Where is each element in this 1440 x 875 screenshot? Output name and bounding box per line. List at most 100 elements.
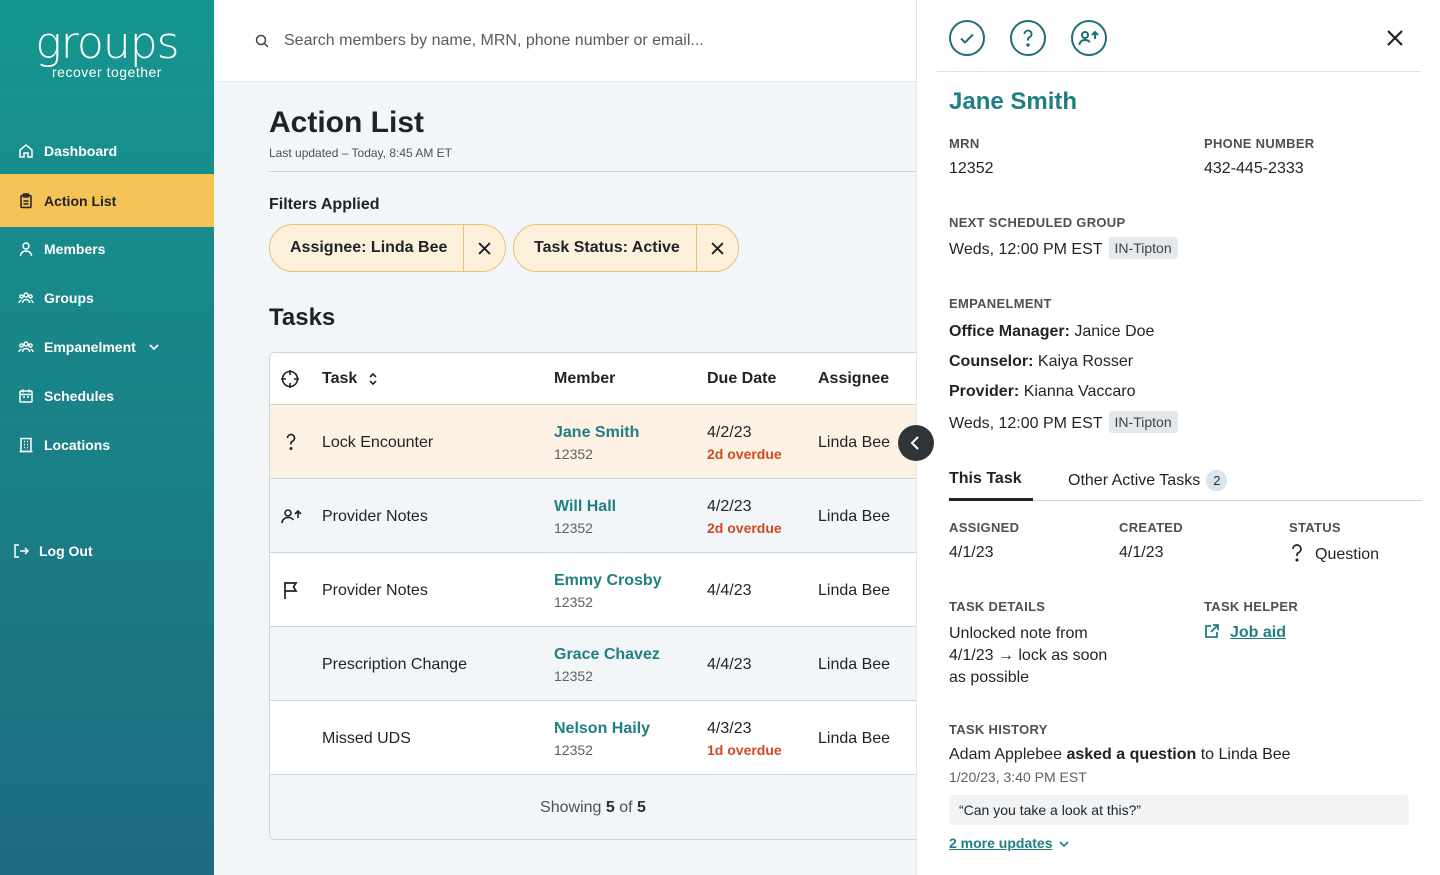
- logout-button[interactable]: Log Out: [0, 524, 214, 577]
- due-date: 4/2/23: [707, 498, 752, 515]
- more-updates-link[interactable]: 2 more updates: [949, 835, 1069, 851]
- task-name: Prescription Change: [322, 656, 467, 673]
- close-icon[interactable]: [1385, 28, 1405, 48]
- member-mrn: 12352: [554, 446, 593, 462]
- sidebar: groups recover together Dashboard Action…: [0, 0, 214, 875]
- remove-filter-button[interactable]: [695, 225, 738, 271]
- next-group-label: NEXT SCHEDULED GROUP: [949, 215, 1126, 230]
- crosshair-icon[interactable]: [280, 369, 300, 389]
- sidebar-item-label: Empanelment: [44, 338, 136, 355]
- assigned-value: 4/1/23: [949, 544, 994, 561]
- column-header-task[interactable]: Task: [322, 370, 357, 388]
- task-detail-panel: Jane Smith MRN 12352 PHONE NUMBER 432-44…: [916, 0, 1440, 875]
- empanelment-label: EMPANELMENT: [949, 296, 1052, 311]
- overdue-label: 1d overdue: [707, 742, 782, 758]
- task-helper-label: TASK HELPER: [1204, 599, 1299, 614]
- sidebar-item-label: Members: [44, 240, 106, 257]
- sidebar-item-schedules[interactable]: Schedules: [0, 369, 214, 422]
- panel-tabs: This Task Other Active Tasks 2: [949, 466, 1422, 501]
- member-link[interactable]: Grace Chavez: [554, 646, 660, 664]
- member-link[interactable]: Nelson Haily: [554, 720, 650, 738]
- sidebar-item-label: Groups: [44, 289, 94, 306]
- office-manager: Office Manager: Janice Doe: [949, 323, 1154, 341]
- job-aid-link[interactable]: Job aid: [1204, 623, 1286, 642]
- status-value: Question: [1289, 544, 1379, 564]
- last-updated: Last updated – Today, 8:45 AM ET: [269, 146, 453, 160]
- sidebar-item-action-list[interactable]: Action List: [0, 174, 214, 227]
- chevron-down-icon: [1059, 841, 1069, 848]
- tasks-table: Task Member Due Date Assignee Lock Encou…: [269, 352, 916, 840]
- member-name[interactable]: Jane Smith: [949, 88, 1077, 116]
- provider-label: Provider:: [949, 383, 1020, 400]
- due-date: 4/4/23: [707, 656, 752, 673]
- next-group: Weds, 12:00 PM EST IN-Tipton: [949, 237, 1178, 259]
- table-row[interactable]: Lock Encounter Jane Smith 12352 4/2/23 2…: [270, 405, 916, 479]
- overdue-label: 2d overdue: [707, 520, 782, 536]
- logout-label: Log Out: [39, 542, 93, 559]
- task-details-line: 4/1/23 → lock as soon: [949, 647, 1108, 664]
- empanelment-schedule: Weds, 12:00 PM EST IN-Tipton: [949, 411, 1178, 433]
- sidebar-item-label: Dashboard: [44, 142, 118, 159]
- app-logo[interactable]: groups recover together: [0, 22, 214, 81]
- sidebar-item-groups[interactable]: Groups: [0, 271, 214, 324]
- tab-this-task[interactable]: This Task: [949, 470, 1022, 488]
- filter-chip-status: Task Status: Active: [513, 224, 739, 272]
- task-name: Lock Encounter: [322, 434, 434, 451]
- table-row[interactable]: Prescription Change Grace Chavez 12352 4…: [270, 627, 916, 701]
- search-icon: [255, 34, 269, 48]
- table-row[interactable]: Provider Notes Will Hall 12352 4/2/23 2d…: [270, 479, 916, 553]
- close-icon: [478, 241, 491, 255]
- search-input[interactable]: [284, 31, 844, 50]
- collapse-panel-button[interactable]: [898, 425, 934, 461]
- external-link-icon: [1205, 624, 1219, 638]
- mrn-value: 12352: [949, 160, 994, 177]
- history-action: asked a question: [1066, 746, 1197, 763]
- sidebar-item-members[interactable]: Members: [0, 222, 214, 275]
- due-date: 4/3/23: [707, 720, 752, 737]
- due-date: 4/4/23: [707, 582, 752, 599]
- history-entry: Adam Applebee asked a question to Linda …: [949, 746, 1291, 764]
- table-footer: Showing 5 of 5: [270, 775, 916, 839]
- tab-label: Other Active Tasks: [1068, 472, 1201, 489]
- active-tab-indicator: [949, 498, 1033, 501]
- assignee: Linda Bee: [818, 730, 891, 747]
- member-link[interactable]: Emmy Crosby: [554, 572, 662, 590]
- mrn-label: MRN: [949, 136, 980, 151]
- member-link[interactable]: Jane Smith: [554, 424, 639, 442]
- sidebar-item-locations[interactable]: Locations: [0, 418, 214, 471]
- sort-icon[interactable]: [368, 372, 378, 386]
- assignee: Linda Bee: [818, 582, 891, 599]
- sidebar-item-label: Action List: [44, 192, 117, 209]
- member-link[interactable]: Will Hall: [554, 498, 616, 516]
- users-icon: [18, 340, 34, 352]
- user-icon: [19, 241, 33, 256]
- job-aid-text: Job aid: [1230, 624, 1287, 641]
- check-circle-icon[interactable]: [949, 20, 985, 56]
- member-mrn: 12352: [554, 594, 593, 610]
- divider: [269, 171, 916, 172]
- chevron-down-icon[interactable]: [148, 341, 160, 353]
- provider-value: Kianna Vaccaro: [1023, 383, 1136, 400]
- column-header-member: Member: [554, 370, 616, 387]
- question-icon: [1292, 544, 1302, 562]
- task-details-line: as possible: [949, 669, 1030, 686]
- showing-total: 5: [637, 799, 646, 816]
- tab-other-active-tasks[interactable]: Other Active Tasks 2: [1068, 470, 1228, 491]
- table-row[interactable]: Missed UDS Nelson Haily 12352 4/3/23 1d …: [270, 701, 916, 775]
- user-transfer-icon[interactable]: [1071, 20, 1107, 56]
- sidebar-item-label: Schedules: [44, 387, 115, 404]
- sidebar-item-empanelment[interactable]: Empanelment: [0, 320, 214, 373]
- status-text: Question: [1315, 546, 1380, 563]
- filters-label: Filters Applied: [269, 196, 380, 213]
- sidebar-item-dashboard[interactable]: Dashboard: [0, 124, 214, 177]
- task-details: Unlocked note from 4/1/23 → lock as soon…: [949, 623, 1107, 689]
- history-quote: “Can you take a look at this?”: [949, 795, 1409, 825]
- remove-filter-button[interactable]: [463, 225, 505, 271]
- assignee: Linda Bee: [818, 434, 891, 451]
- assigned-label: ASSIGNED: [949, 520, 1020, 535]
- question-circle-icon[interactable]: [1010, 20, 1046, 56]
- created-value: 4/1/23: [1119, 544, 1164, 561]
- next-group-time: Weds, 12:00 PM EST: [949, 241, 1103, 258]
- table-row[interactable]: Provider Notes Emmy Crosby 12352 4/4/23 …: [270, 553, 916, 627]
- counselor-label: Counselor:: [949, 353, 1034, 370]
